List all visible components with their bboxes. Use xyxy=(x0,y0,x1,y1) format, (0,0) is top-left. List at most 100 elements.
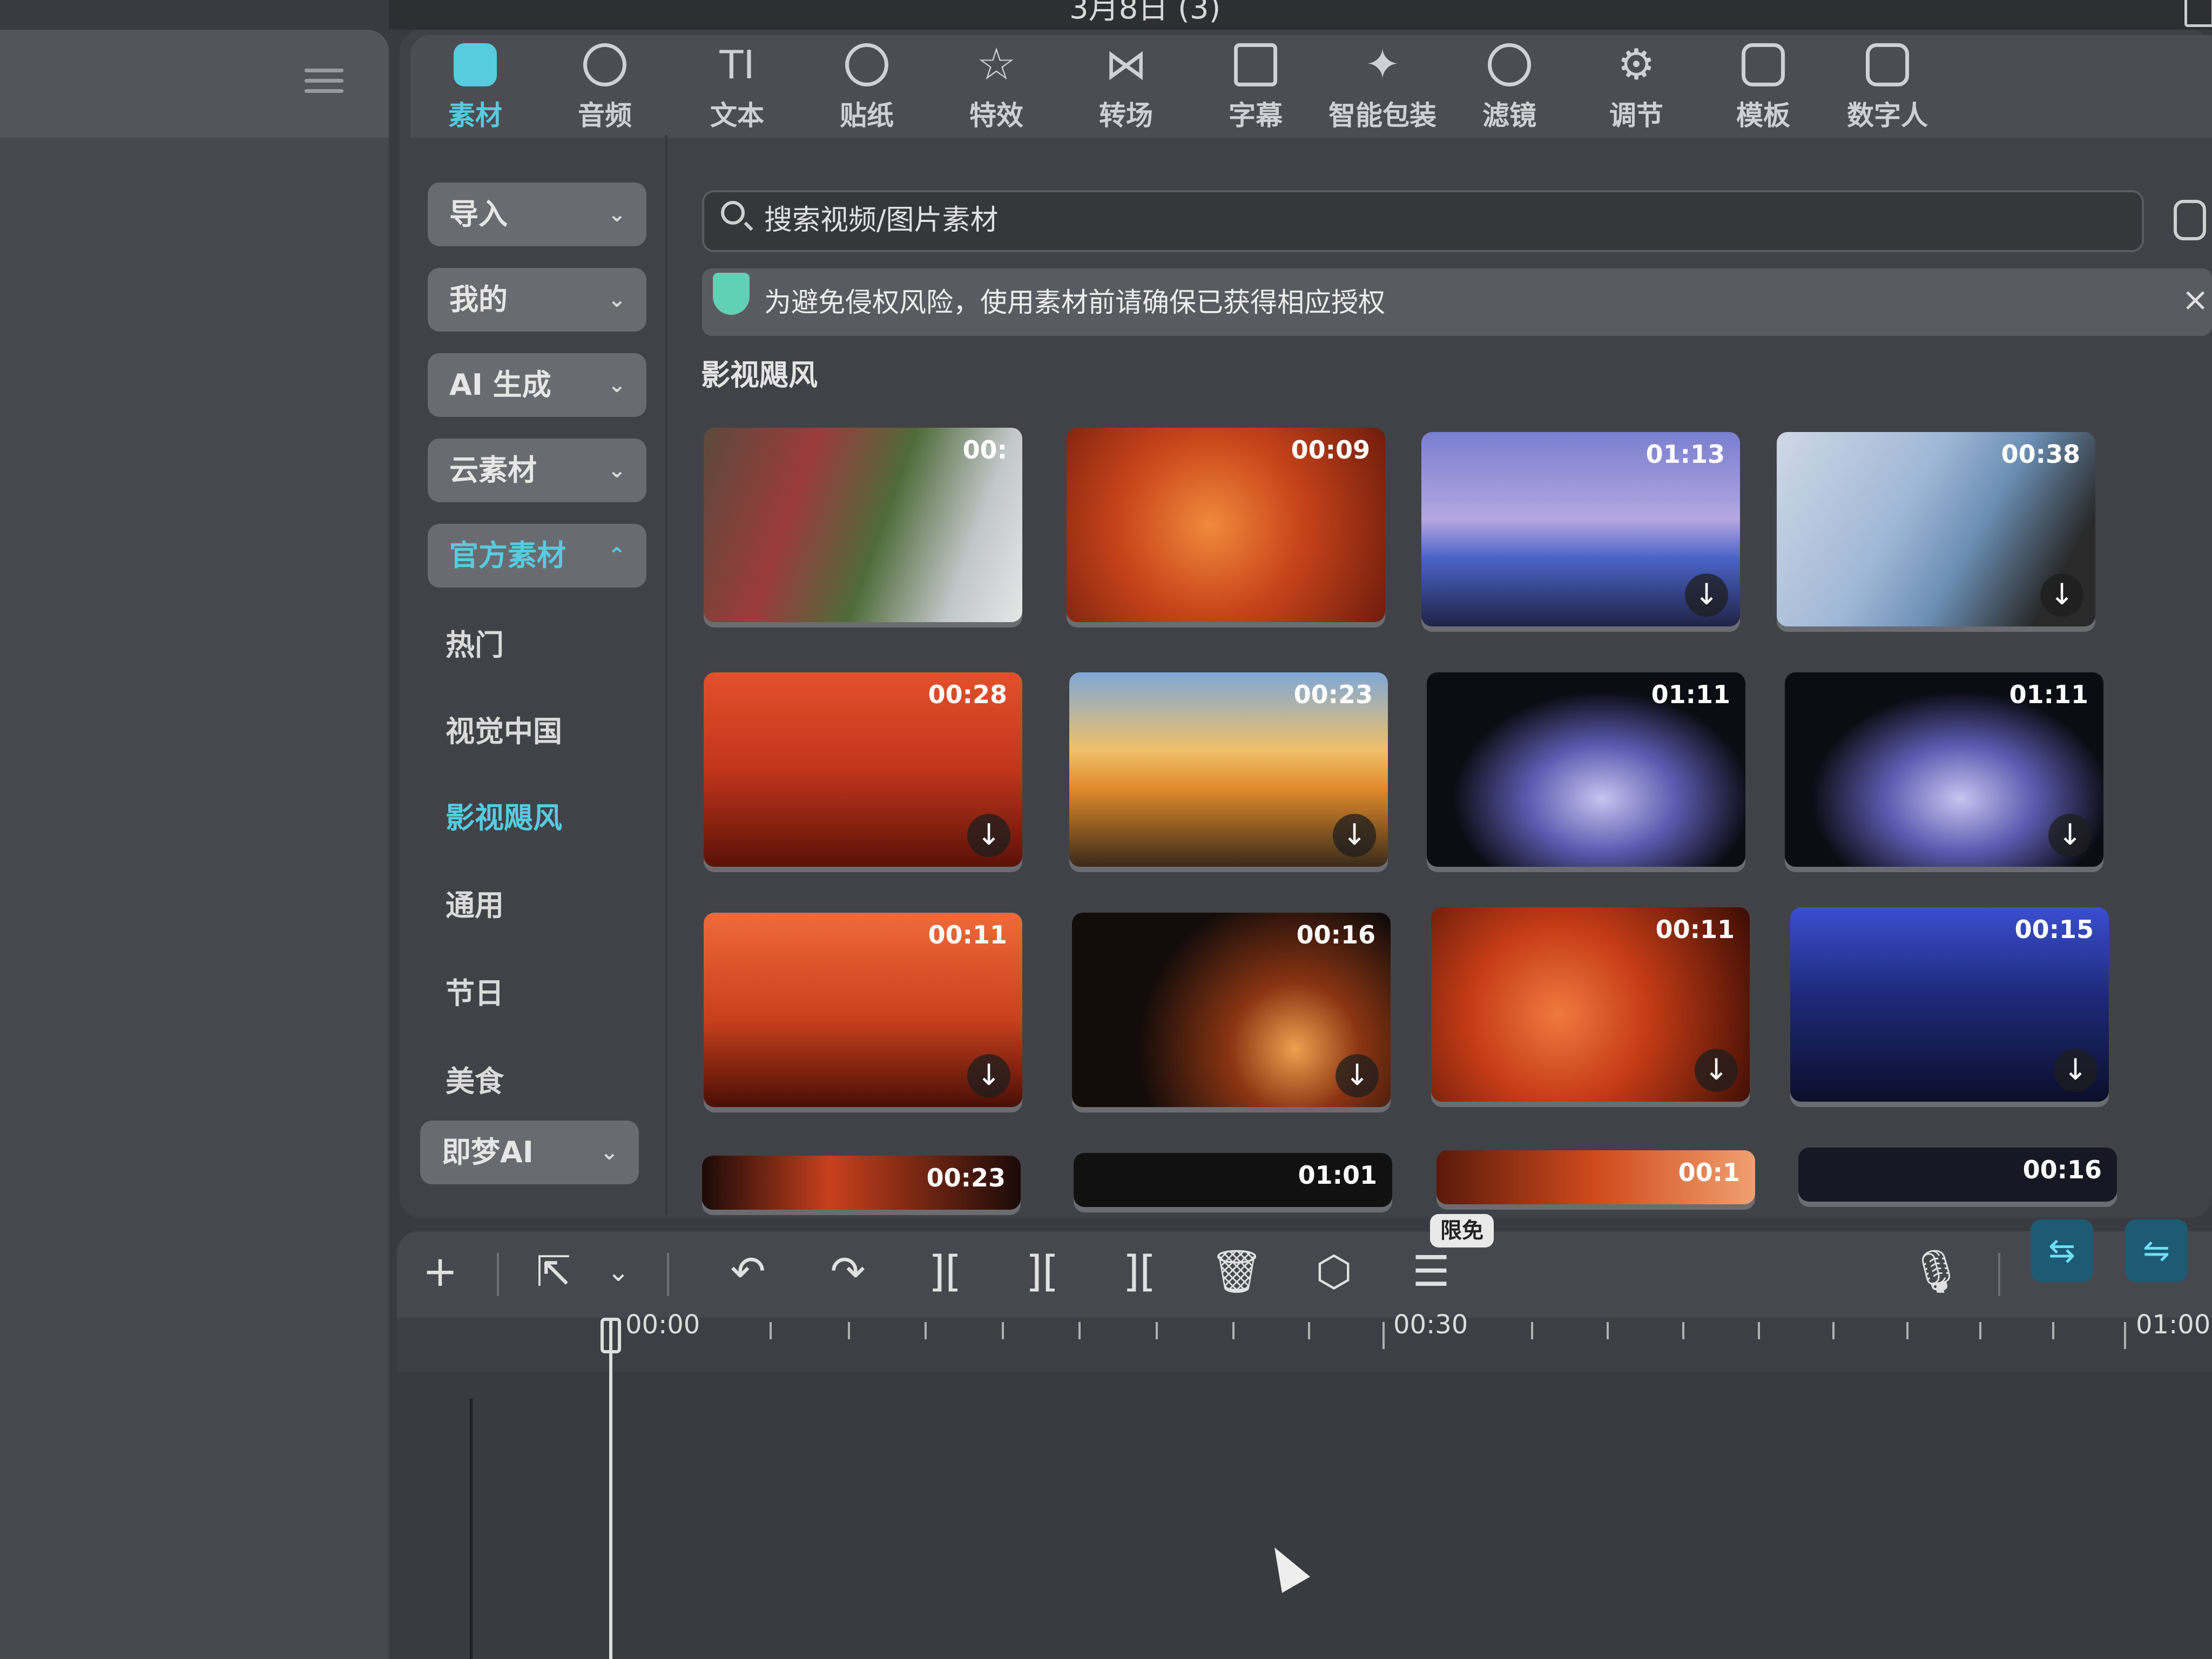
sidebar-item-vcg[interactable]: 视觉中国 xyxy=(446,707,562,750)
duration-label: 00:11 xyxy=(928,920,1007,949)
ruler-tick xyxy=(1531,1322,1533,1339)
mouse-cursor-icon xyxy=(1260,1539,1310,1593)
marker-icon[interactable]: ⬡ xyxy=(1307,1242,1361,1301)
download-icon[interactable]: ↓ xyxy=(1685,574,1728,617)
sidebar-group-import[interactable]: 导入 ⌄ xyxy=(428,183,646,246)
sidebar-group-official[interactable]: 官方素材 ⌃ xyxy=(428,524,646,588)
sidebar-group-ai-generate[interactable]: AI 生成 ⌄ xyxy=(428,353,646,417)
layout-icon[interactable] xyxy=(2184,0,2212,27)
ruler-tick xyxy=(1979,1322,1981,1339)
snap-toggle-icon[interactable]: ⇋ xyxy=(2125,1219,2188,1282)
ruler-tick xyxy=(1758,1322,1760,1339)
tab-sticker[interactable]: 贴纸 xyxy=(807,43,926,146)
media-thumbnail[interactable]: 00:28 ↓ xyxy=(704,672,1022,867)
sidebar-group-mine[interactable]: 我的 ⌄ xyxy=(428,268,646,332)
tab-label: 数字人 xyxy=(1847,100,1928,131)
sidebar-item-food[interactable]: 美食 xyxy=(446,1057,504,1100)
split-right-icon[interactable]: ][ xyxy=(1112,1242,1166,1301)
tab-filter[interactable]: 滤镜 xyxy=(1450,43,1569,146)
download-icon[interactable]: ↓ xyxy=(1333,814,1376,857)
ruler-tick xyxy=(1832,1322,1835,1339)
section-title: 影视飓风 xyxy=(701,358,818,392)
media-icon xyxy=(454,43,497,86)
tab-subtitle[interactable]: 字幕 xyxy=(1196,43,1315,146)
media-thumbnail[interactable]: 00:1 xyxy=(1437,1150,1755,1204)
tab-adjust[interactable]: ⚙ 调节 xyxy=(1577,43,1696,146)
ruler-tick xyxy=(925,1322,927,1339)
tab-label: 素材 xyxy=(448,100,502,131)
select-cursor-icon[interactable]: ⇱ xyxy=(527,1242,581,1301)
ruler-label: 01:00 xyxy=(2136,1310,2211,1340)
sidebar-group-jimeng-ai[interactable]: 即梦AI ⌄ xyxy=(420,1121,639,1184)
sidebar-item-hot[interactable]: 热门 xyxy=(446,621,504,664)
download-icon[interactable]: ↓ xyxy=(2048,814,2092,857)
duration-label: 00:38 xyxy=(2001,440,2080,469)
duration-label: 00:16 xyxy=(2022,1155,2102,1184)
ruler-tick xyxy=(1156,1322,1158,1339)
track-divider xyxy=(470,1399,473,1659)
tab-audio[interactable]: 音频 xyxy=(545,43,664,146)
media-thumbnail[interactable]: 00:38 ↓ xyxy=(1777,432,2095,626)
tab-transition[interactable]: ⋈ 转场 xyxy=(1067,43,1185,146)
split-left-icon[interactable]: ][ xyxy=(1015,1242,1069,1301)
add-icon[interactable]: + xyxy=(413,1242,467,1301)
tab-media[interactable]: 素材 xyxy=(416,43,535,146)
tab-template[interactable]: 模板 xyxy=(1704,43,1823,146)
tab-smart-package[interactable]: ✦ 智能包装 xyxy=(1320,43,1445,146)
tab-digital-human[interactable]: 数字人 xyxy=(1828,43,1947,146)
playhead-handle[interactable] xyxy=(601,1318,621,1353)
sidebar-item-mediastorm[interactable]: 影视飓风 xyxy=(446,794,562,837)
duration-label: 00:28 xyxy=(928,680,1007,709)
tab-label: 贴纸 xyxy=(840,100,894,131)
media-thumbnail[interactable]: 00:16 ↓ xyxy=(1072,913,1391,1107)
redo-icon[interactable]: ↷ xyxy=(821,1242,875,1301)
close-icon[interactable]: × xyxy=(2182,281,2209,319)
split-icon[interactable]: ][ xyxy=(918,1242,972,1301)
ruler-tick xyxy=(1607,1322,1609,1339)
duration-label: 01:11 xyxy=(2009,680,2088,709)
ruler-tick xyxy=(1682,1322,1684,1339)
download-icon[interactable]: ↓ xyxy=(1336,1054,1379,1097)
media-thumbnail[interactable]: 00:15 ↓ xyxy=(1790,907,2109,1102)
duration-label: 01:01 xyxy=(1298,1161,1377,1190)
tab-text[interactable]: TI 文本 xyxy=(678,43,797,146)
download-icon[interactable]: ↓ xyxy=(967,1054,1010,1097)
download-icon[interactable]: ↓ xyxy=(2054,1049,2097,1092)
media-thumbnail[interactable]: 00:11 ↓ xyxy=(704,913,1022,1107)
media-thumbnail[interactable]: 00:23 ↓ xyxy=(1069,672,1388,867)
tab-label: 特效 xyxy=(969,100,1023,131)
sidebar-group-label: 我的 xyxy=(449,282,508,316)
media-thumbnail[interactable]: 00:11 ↓ xyxy=(1431,907,1750,1102)
media-thumbnail[interactable]: 01:11 xyxy=(1427,672,1745,867)
download-icon[interactable]: ↓ xyxy=(1695,1049,1738,1092)
sidebar-group-cloud[interactable]: 云素材 ⌄ xyxy=(428,439,646,502)
media-thumbnail[interactable]: 01:13 ↓ xyxy=(1421,432,1740,626)
media-thumbnail[interactable]: 00: xyxy=(704,428,1022,622)
undo-icon[interactable]: ↶ xyxy=(721,1242,775,1301)
media-thumbnail[interactable]: 01:11 ↓ xyxy=(1785,672,2103,867)
media-thumbnail[interactable]: 01:01 xyxy=(1074,1153,1392,1207)
tab-label: 滤镜 xyxy=(1482,100,1536,131)
ruler-tick xyxy=(1308,1322,1310,1339)
download-icon[interactable]: ↓ xyxy=(2040,574,2083,617)
media-thumbnail[interactable]: 00:16 xyxy=(1798,1148,2117,1202)
media-thumbnail[interactable]: 00:09 xyxy=(1067,428,1385,622)
link-toggle-icon[interactable]: ⇆ xyxy=(2031,1219,2093,1282)
auto-subtitle-icon[interactable]: ☰ xyxy=(1404,1242,1458,1301)
chevron-down-icon[interactable]: ⌄ xyxy=(591,1242,645,1301)
chevron-up-icon: ⌃ xyxy=(608,543,626,568)
ruler-tick xyxy=(1078,1322,1081,1339)
delete-icon[interactable]: 🗑 xyxy=(1210,1242,1264,1301)
menu-icon[interactable] xyxy=(302,62,346,100)
sidebar-item-general[interactable]: 通用 xyxy=(446,881,504,924)
sidebar-item-festival[interactable]: 节日 xyxy=(446,969,504,1012)
media-thumbnail[interactable]: 00:23 xyxy=(702,1156,1021,1210)
playhead[interactable] xyxy=(609,1320,612,1659)
commercial-rights-icon[interactable] xyxy=(2174,200,2206,240)
duration-label: 00:23 xyxy=(1293,680,1373,709)
duration-label: 00:11 xyxy=(1655,915,1735,944)
tab-effects[interactable]: ☆ 特效 xyxy=(937,43,1056,146)
download-icon[interactable]: ↓ xyxy=(967,814,1010,857)
microphone-icon[interactable]: 🎙 xyxy=(1909,1242,1963,1301)
tab-label: 字幕 xyxy=(1229,100,1283,131)
